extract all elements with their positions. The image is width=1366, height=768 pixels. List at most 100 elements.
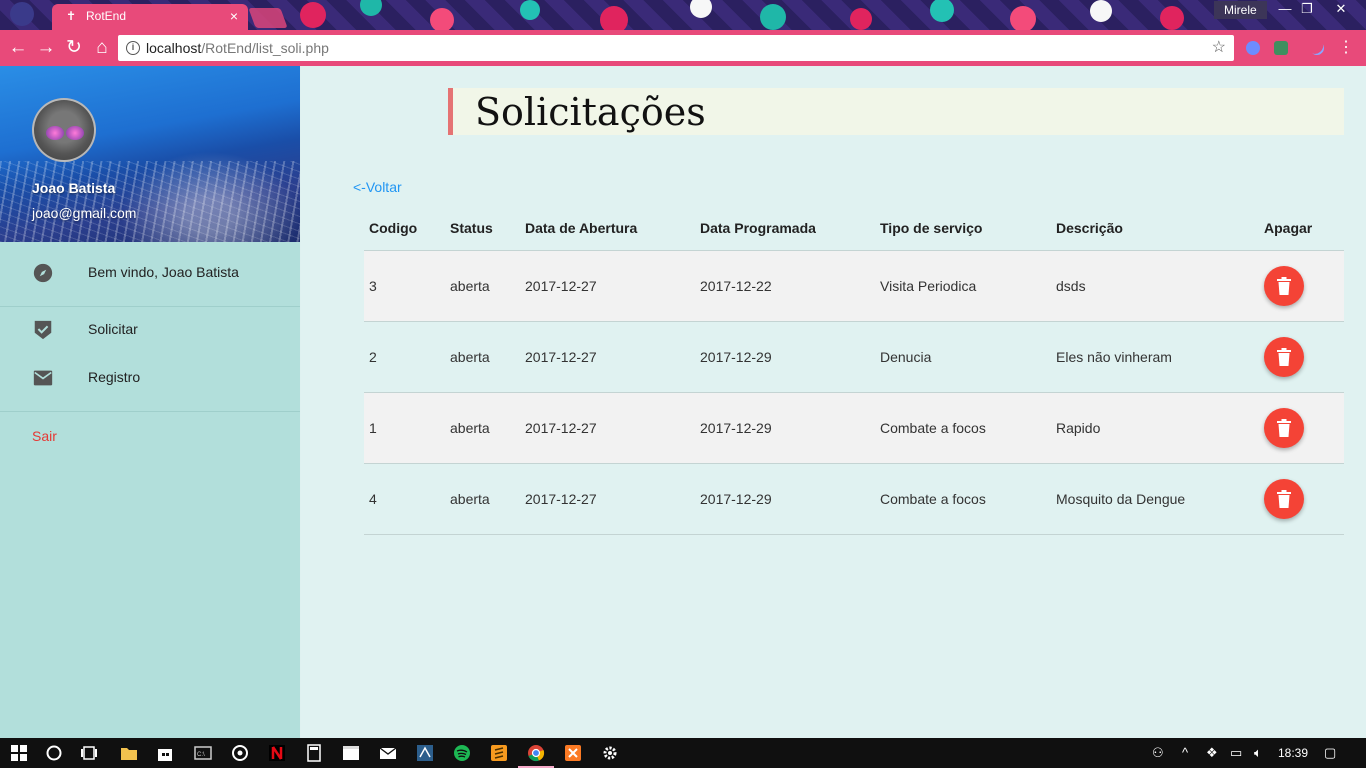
sidebar-divider bbox=[0, 411, 300, 412]
xampp-icon[interactable] bbox=[564, 744, 582, 762]
browser-profile-badge[interactable]: Mirele bbox=[1214, 1, 1267, 19]
netflix-icon[interactable] bbox=[268, 744, 286, 762]
tab-close-icon[interactable]: × bbox=[230, 4, 238, 28]
cell-data-programada: 2017-12-29 bbox=[695, 463, 875, 535]
cortana-icon[interactable] bbox=[45, 744, 63, 762]
reload-button[interactable]: ↻ bbox=[62, 36, 86, 60]
back-button[interactable]: ← bbox=[6, 36, 30, 60]
dropbox-icon[interactable]: ❖ bbox=[1206, 745, 1218, 761]
show-hidden-icons-chevron-icon[interactable]: ^ bbox=[1182, 745, 1188, 760]
column-header-tipo-servico: Tipo de serviço bbox=[875, 206, 1051, 251]
verified-shield-icon bbox=[32, 319, 54, 341]
decor-flower bbox=[690, 0, 712, 18]
table-row: 1 aberta 2017-12-27 2017-12-29 Combate a… bbox=[364, 392, 1344, 464]
cell-descricao: Mosquito da Dengue bbox=[1051, 463, 1259, 535]
page-favicon-icon: ✝ bbox=[66, 9, 77, 23]
extension-pen-icon[interactable] bbox=[1307, 38, 1327, 58]
extension-icon[interactable] bbox=[1246, 41, 1260, 55]
cell-codigo: 2 bbox=[364, 321, 445, 393]
avatar[interactable] bbox=[32, 98, 96, 162]
sidebar-divider bbox=[0, 306, 300, 307]
delete-button[interactable] bbox=[1264, 336, 1304, 377]
cell-codigo: 4 bbox=[364, 463, 445, 535]
site-info-icon[interactable]: i bbox=[126, 41, 140, 55]
notifications-icon[interactable]: ▢ bbox=[1324, 745, 1336, 761]
terminal-icon[interactable]: C:\ bbox=[194, 744, 212, 762]
sublime-icon[interactable] bbox=[490, 744, 508, 762]
browser-titlebar: ✝ RotEnd × Mirele — ❐ ✕ bbox=[0, 0, 1366, 30]
cell-status: aberta bbox=[445, 250, 520, 322]
windows-start-icon[interactable] bbox=[10, 744, 28, 762]
people-icon[interactable]: ⚇ bbox=[1152, 745, 1164, 761]
sidebar-item-registro[interactable]: Registro bbox=[0, 358, 300, 398]
column-header-apagar: Apagar bbox=[1259, 206, 1344, 251]
column-header-status: Status bbox=[445, 206, 520, 251]
cell-data-programada: 2017-12-29 bbox=[695, 321, 875, 393]
city-lights-background bbox=[0, 161, 300, 242]
task-view-icon[interactable] bbox=[80, 744, 98, 762]
delete-button[interactable] bbox=[1264, 265, 1304, 306]
column-header-descricao: Descrição bbox=[1051, 206, 1259, 251]
bookmark-star-icon[interactable]: ☆ bbox=[1212, 35, 1226, 61]
home-button[interactable]: ⌂ bbox=[90, 36, 114, 60]
video-editor-icon[interactable] bbox=[342, 744, 360, 762]
decor-flower bbox=[850, 8, 872, 30]
sidebar-item-label: Bem vindo, Joao Batista bbox=[88, 264, 239, 280]
avatar-glasses-right bbox=[66, 126, 84, 140]
main-content: Solicitações <-Voltar Codigo Status Data… bbox=[301, 66, 1366, 738]
decor-flower bbox=[930, 0, 954, 22]
forward-button[interactable]: → bbox=[34, 36, 58, 60]
delete-button[interactable] bbox=[1264, 407, 1304, 448]
restore-icon[interactable]: ❐ bbox=[1292, 0, 1322, 18]
decor-flower bbox=[430, 8, 454, 30]
decor-flower bbox=[760, 4, 786, 30]
cell-data-abertura: 2017-12-27 bbox=[520, 463, 695, 535]
file-explorer-icon[interactable] bbox=[120, 744, 138, 762]
cell-data-abertura: 2017-12-27 bbox=[520, 321, 695, 393]
browser-tab-active[interactable]: ✝ RotEnd × bbox=[52, 4, 248, 30]
cell-data-abertura: 2017-12-27 bbox=[520, 392, 695, 464]
close-window-icon[interactable]: ✕ bbox=[1326, 0, 1356, 18]
cell-tipo-servico: Combate a focos bbox=[875, 463, 1051, 535]
extension-shield-icon[interactable] bbox=[1274, 41, 1288, 55]
logout-link[interactable]: Sair bbox=[32, 428, 57, 444]
decor-flower bbox=[1160, 6, 1184, 30]
column-header-data-abertura: Data de Abertura bbox=[520, 206, 695, 251]
calculator-icon[interactable] bbox=[305, 744, 323, 762]
trash-icon bbox=[1277, 276, 1291, 295]
media-icon[interactable] bbox=[231, 744, 249, 762]
settings-icon[interactable] bbox=[601, 744, 619, 762]
page-title: Solicitações bbox=[475, 90, 706, 134]
battery-icon[interactable]: ▭ bbox=[1230, 745, 1242, 761]
taskbar-clock[interactable]: 18:39 bbox=[1278, 746, 1308, 760]
url-path: /RotEnd/list_soli.php bbox=[201, 40, 329, 56]
requests-table: Codigo Status Data de Abertura Data Prog… bbox=[364, 206, 1344, 535]
cell-descricao: Eles não vinheram bbox=[1051, 321, 1259, 393]
decor-flower bbox=[1090, 0, 1112, 22]
delete-button[interactable] bbox=[1264, 478, 1304, 519]
spotify-icon[interactable] bbox=[453, 744, 471, 762]
column-header-data-programada: Data Programada bbox=[695, 206, 875, 251]
volume-icon[interactable]: 🔈︎ bbox=[1254, 745, 1262, 761]
cell-apagar bbox=[1259, 392, 1344, 464]
sidebar-item-solicitar[interactable]: Solicitar bbox=[0, 310, 300, 350]
store-icon[interactable] bbox=[156, 744, 174, 762]
cell-descricao: Rapido bbox=[1051, 392, 1259, 464]
address-bar[interactable]: i localhost/RotEnd/list_soli.php ☆ bbox=[118, 35, 1234, 61]
table-row: 4 aberta 2017-12-27 2017-12-29 Combate a… bbox=[364, 463, 1344, 535]
decor-flower bbox=[600, 6, 628, 30]
chrome-icon[interactable] bbox=[527, 744, 545, 762]
profile-email: joao@gmail.com bbox=[32, 205, 137, 221]
ide-icon[interactable] bbox=[416, 744, 434, 762]
cell-data-programada: 2017-12-22 bbox=[695, 250, 875, 322]
browser-toolbar: ← → ↻ ⌂ i localhost/RotEnd/list_soli.php… bbox=[0, 30, 1366, 66]
mail-app-icon[interactable] bbox=[379, 744, 397, 762]
table-header-row: Codigo Status Data de Abertura Data Prog… bbox=[364, 206, 1344, 251]
profile-name: Joao Batista bbox=[32, 180, 116, 196]
tab-title: RotEnd bbox=[86, 9, 127, 23]
browser-menu-icon[interactable]: ⋮ bbox=[1334, 36, 1358, 60]
sidebar-item-bem-vindo[interactable]: Bem vindo, Joao Batista bbox=[0, 253, 300, 293]
back-link[interactable]: <-Voltar bbox=[353, 179, 402, 195]
cell-tipo-servico: Denucia bbox=[875, 321, 1051, 393]
new-tab-button[interactable] bbox=[248, 8, 288, 28]
